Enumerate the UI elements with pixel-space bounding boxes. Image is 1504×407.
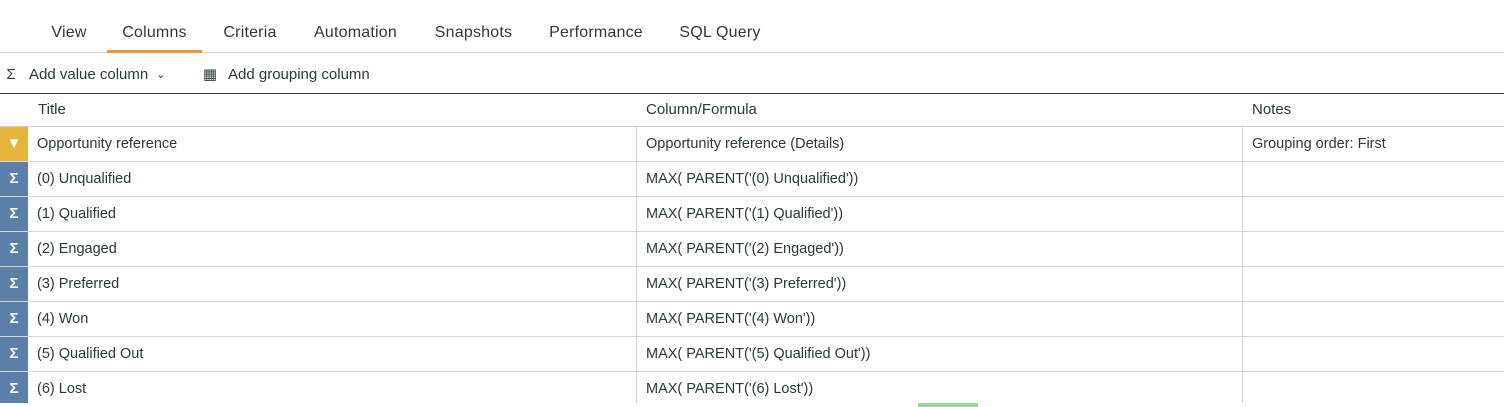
sigma-icon: Σ xyxy=(0,197,28,231)
table-row[interactable]: Σ (0) Unqualified MAX( PARENT('(0) Unqua… xyxy=(0,162,1504,197)
sigma-icon: Σ xyxy=(0,302,28,336)
row-title: (1) Qualified xyxy=(37,206,116,222)
row-notes: Grouping order: First xyxy=(1242,127,1504,161)
chevron-down-icon[interactable]: ⌄ xyxy=(156,63,165,87)
table-header: Title Column/Formula Notes xyxy=(0,94,1504,127)
row-formula: Opportunity reference (Details) xyxy=(636,127,1242,161)
row-formula: MAX( PARENT('(5) Qualified Out')) xyxy=(636,337,1242,371)
add-value-column-label: Add value column xyxy=(29,66,149,83)
row-formula: MAX( PARENT('(0) Unqualified')) xyxy=(636,162,1242,196)
row-title: (5) Qualified Out xyxy=(37,346,144,362)
filter-icon: ▼ xyxy=(0,127,28,161)
table-row[interactable]: Σ (6) Lost MAX( PARENT('(6) Lost')) xyxy=(0,372,1504,403)
row-notes xyxy=(1242,162,1504,196)
horizontal-scrollbar-thumb[interactable] xyxy=(918,403,978,407)
row-formula: MAX( PARENT('(1) Qualified')) xyxy=(636,197,1242,231)
sigma-icon: Σ xyxy=(0,372,28,403)
row-formula: MAX( PARENT('(3) Preferred')) xyxy=(636,267,1242,301)
table-grid-icon: ▦ xyxy=(202,66,218,83)
row-notes xyxy=(1242,372,1504,403)
tab-snapshots[interactable]: Snapshots xyxy=(420,0,527,53)
add-value-column-button[interactable]: Σ Add value column ⌄ xyxy=(0,63,165,87)
row-title: (6) Lost xyxy=(37,381,87,397)
row-notes xyxy=(1242,197,1504,231)
table-row[interactable]: Σ (3) Preferred MAX( PARENT('(3) Preferr… xyxy=(0,267,1504,302)
row-title: (3) Preferred xyxy=(37,276,120,292)
row-title: (2) Engaged xyxy=(37,241,117,257)
columns-table: Title Column/Formula Notes ▼ Opportunity… xyxy=(0,94,1504,407)
row-title: (4) Won xyxy=(37,311,89,327)
table-row[interactable]: Σ (1) Qualified MAX( PARENT('(1) Qualifi… xyxy=(0,197,1504,232)
header-column-formula[interactable]: Column/Formula xyxy=(646,94,757,126)
table-row[interactable]: Σ (2) Engaged MAX( PARENT('(2) Engaged')… xyxy=(0,232,1504,267)
report-editor: View Columns Criteria Automation Snapsho… xyxy=(0,0,1504,407)
tab-bar: View Columns Criteria Automation Snapsho… xyxy=(0,0,1504,53)
header-title[interactable]: Title xyxy=(38,94,66,126)
row-notes xyxy=(1242,302,1504,336)
table-row[interactable]: Σ (5) Qualified Out MAX( PARENT('(5) Qua… xyxy=(0,337,1504,372)
tab-columns[interactable]: Columns xyxy=(107,0,202,53)
row-formula: MAX( PARENT('(6) Lost')) xyxy=(636,372,1242,403)
tab-automation[interactable]: Automation xyxy=(298,0,413,53)
tab-criteria[interactable]: Criteria xyxy=(208,0,292,53)
tab-performance[interactable]: Performance xyxy=(533,0,659,53)
sigma-icon: Σ xyxy=(0,337,28,371)
row-title: (0) Unqualified xyxy=(37,171,132,187)
table-row[interactable]: ▼ Opportunity reference Opportunity refe… xyxy=(0,127,1504,162)
tab-sql-query[interactable]: SQL Query xyxy=(666,0,774,53)
sigma-icon: Σ xyxy=(0,162,28,196)
tab-view[interactable]: View xyxy=(36,0,102,53)
add-grouping-column-button[interactable]: ▦ Add grouping column xyxy=(199,63,370,87)
row-notes xyxy=(1242,337,1504,371)
row-notes xyxy=(1242,232,1504,266)
header-notes[interactable]: Notes xyxy=(1252,94,1291,126)
row-formula: MAX( PARENT('(2) Engaged')) xyxy=(636,232,1242,266)
row-notes xyxy=(1242,267,1504,301)
column-toolbar: Σ Add value column ⌄ ▦ Add grouping colu… xyxy=(0,53,1504,94)
sigma-icon: Σ xyxy=(6,66,16,83)
table-row[interactable]: Σ (4) Won MAX( PARENT('(4) Won')) xyxy=(0,302,1504,337)
add-grouping-column-label: Add grouping column xyxy=(228,66,370,83)
row-formula: MAX( PARENT('(4) Won')) xyxy=(636,302,1242,336)
sigma-icon: Σ xyxy=(0,232,28,266)
sigma-icon: Σ xyxy=(0,267,28,301)
row-title: Opportunity reference xyxy=(37,136,178,152)
